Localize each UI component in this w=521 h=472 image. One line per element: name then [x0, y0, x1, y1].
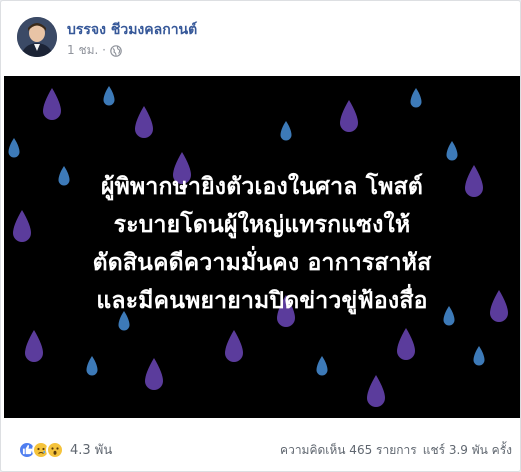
- headline-line: ตัดสินคดีความมั่นคง อาการสาหัส: [92, 250, 432, 276]
- author-name[interactable]: บรรจง ชีวมงคลกานต์: [67, 19, 197, 41]
- headline-line: และมีคนพยายามปิดข่าวขู่ฟ้องสื่อ: [96, 288, 428, 314]
- post-footer: 4.3 พัน ความคิดเห็น 465 รายการ แชร์ 3.9 …: [1, 433, 521, 463]
- reactions-summary[interactable]: 4.3 พัน: [18, 439, 112, 460]
- wow-icon: [46, 440, 64, 459]
- headline-line: ระบายโดนผู้ใหญ่แทรกแซงให้: [113, 212, 411, 238]
- share-count[interactable]: แชร์ 3.9 พัน ครั้ง: [423, 441, 512, 460]
- comment-count[interactable]: ความคิดเห็น 465 รายการ: [280, 441, 417, 460]
- post-time[interactable]: 1 ชม. ·: [67, 41, 106, 60]
- headline-line: ผู้พิพากษายิงตัวเองในศาล โพสต์: [100, 174, 424, 200]
- post-header: บรรจง ชีวมงคลกานต์ 1 ชม. ·: [13, 13, 503, 57]
- post-stats: ความคิดเห็น 465 รายการ แชร์ 3.9 พัน ครั้…: [280, 441, 512, 460]
- post-card: บรรจง ชีวมงคลกานต์ 1 ชม. · ผู้พิพากษายิง…: [0, 0, 521, 472]
- post-image[interactable]: ผู้พิพากษายิงตัวเองในศาล โพสต์ ระบายโดนผ…: [4, 76, 520, 418]
- reaction-count[interactable]: 4.3 พัน: [70, 439, 112, 460]
- image-headline: ผู้พิพากษายิงตัวเองในศาล โพสต์ ระบายโดนผ…: [24, 168, 500, 320]
- avatar[interactable]: [17, 17, 57, 57]
- globe-icon[interactable]: [110, 44, 122, 57]
- post-meta: 1 ชม. ·: [67, 41, 122, 60]
